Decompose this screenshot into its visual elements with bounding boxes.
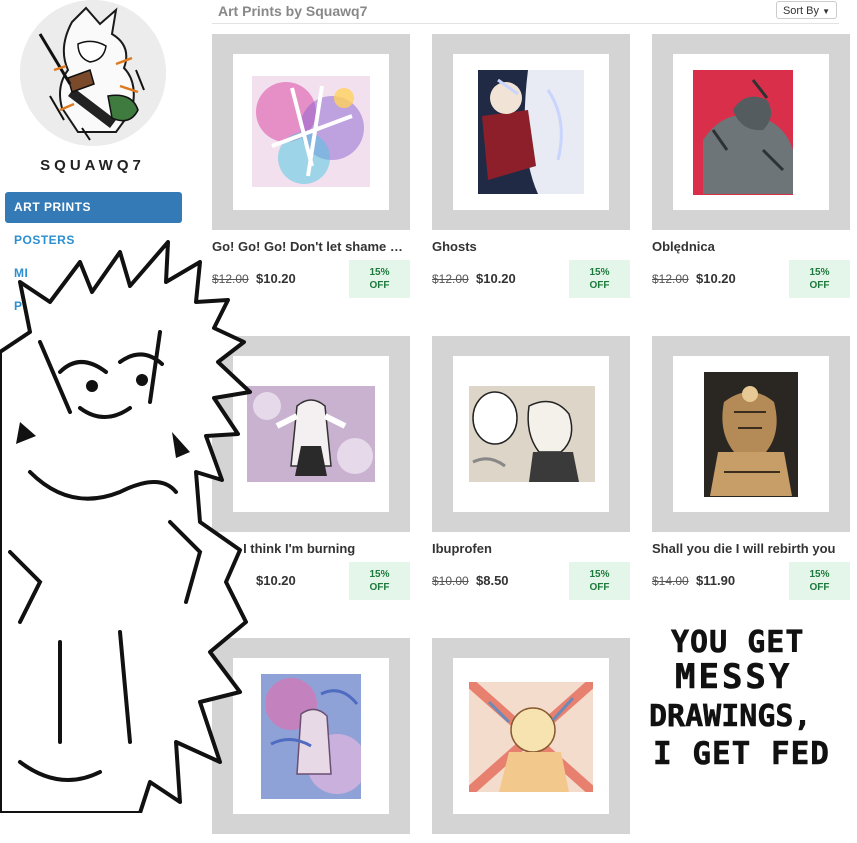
- product-card[interactable]: Ghosts $12.00 $10.20 15% OFF: [432, 34, 630, 300]
- sale-price: $10.20: [696, 271, 736, 286]
- product-thumbnail-frame[interactable]: [432, 34, 630, 230]
- scrawled-text-overlay: YOU GET MESSY DRAWINGS, I GET FED: [649, 625, 830, 773]
- artwork-image: [469, 682, 593, 792]
- product-thumbnail-frame[interactable]: [432, 336, 630, 532]
- original-price: $12.00: [432, 272, 469, 286]
- artwork-image: [261, 674, 361, 799]
- price-row: $12.00 $10.20 15% OFF: [432, 260, 630, 300]
- shop-avatar[interactable]: [20, 0, 166, 146]
- original-price: $12.00: [652, 272, 689, 286]
- product-title[interactable]: Ghosts: [432, 239, 630, 254]
- product-thumbnail-frame[interactable]: [652, 336, 850, 532]
- discount-percent: 15%: [809, 267, 830, 278]
- page-title: Art Prints by Squawq7: [218, 3, 368, 19]
- artwork-image: [469, 386, 595, 482]
- product-thumbnail-frame[interactable]: [652, 34, 850, 230]
- discount-badge: 15% OFF: [789, 260, 850, 298]
- discount-badge: 15% OFF: [569, 562, 630, 600]
- scrawl-line-4: I GET FED: [653, 736, 830, 772]
- print-mat: [453, 54, 609, 210]
- print-mat: [673, 356, 829, 512]
- shop-name[interactable]: SQUAWQ7: [0, 157, 185, 174]
- sale-price: $10.20: [476, 271, 516, 286]
- price-row: $14.00 $11.90 15% OFF: [652, 562, 850, 602]
- print-mat: [233, 54, 389, 210]
- product-thumbnail-frame[interactable]: [432, 638, 630, 834]
- sort-by-label: Sort By: [782, 5, 820, 17]
- original-price: $10.00: [432, 574, 469, 588]
- discount-badge: 15% OFF: [349, 260, 410, 298]
- discount-badge: 15% OFF: [569, 260, 630, 298]
- sale-price: $11.90: [696, 573, 736, 588]
- chevron-down-icon: ▼: [822, 7, 830, 16]
- discount-off-label: OFF: [589, 582, 610, 593]
- scrawl-line-2: MESSY: [675, 657, 792, 697]
- artwork-image: [704, 372, 798, 497]
- discount-badge: 15% OFF: [349, 562, 410, 600]
- product-title[interactable]: Ibuprofen: [432, 541, 630, 556]
- print-mat: [453, 658, 609, 814]
- discount-badge: 15% OFF: [789, 562, 850, 600]
- discount-percent: 15%: [369, 569, 390, 580]
- product-title[interactable]: Oblędnica: [652, 239, 850, 254]
- original-price: $14.00: [652, 574, 689, 588]
- artwork-image: [478, 70, 584, 194]
- avatar-illustration: [20, 0, 166, 146]
- product-card[interactable]: Ibuprofen $10.00 $8.50 15% OFF: [432, 336, 630, 602]
- discount-percent: 15%: [369, 267, 390, 278]
- discount-off-label: OFF: [589, 280, 610, 291]
- print-mat: [453, 356, 609, 512]
- artwork-image: [247, 386, 375, 482]
- discount-off-label: OFF: [809, 582, 830, 593]
- sort-by-button[interactable]: Sort By ▼: [775, 1, 837, 19]
- sidebar-item-art-prints[interactable]: ART PRINTS: [5, 192, 182, 223]
- discount-percent: 15%: [589, 569, 610, 580]
- discount-percent: 15%: [589, 267, 610, 278]
- discount-off-label: OFF: [369, 280, 390, 291]
- discount-percent: 15%: [809, 569, 830, 580]
- product-thumbnail-frame[interactable]: [212, 34, 410, 230]
- sale-price: $8.50: [476, 573, 509, 588]
- scrawl-line-3: DRAWINGS,: [649, 699, 812, 734]
- product-title[interactable]: Shall you die I will rebirth you: [652, 541, 850, 556]
- product-card[interactable]: [432, 638, 630, 843]
- print-mat: [673, 54, 829, 210]
- price-row: $12.00 $10.20 15% OFF: [652, 260, 850, 300]
- scrawl-line-1: YOU GET: [671, 625, 804, 660]
- overlay-character-sketch: [0, 240, 252, 813]
- product-card[interactable]: Oblędnica $12.00 $10.20 15% OFF: [652, 34, 850, 300]
- top-bar: Art Prints by Squawq7 Sort By ▼: [212, 0, 839, 24]
- artwork-image: [252, 76, 370, 187]
- price-row: $10.00 $8.50 15% OFF: [432, 562, 630, 602]
- discount-off-label: OFF: [809, 280, 830, 291]
- discount-off-label: OFF: [369, 582, 390, 593]
- artwork-image: [693, 70, 793, 195]
- product-card[interactable]: Shall you die I will rebirth you $14.00 …: [652, 336, 850, 602]
